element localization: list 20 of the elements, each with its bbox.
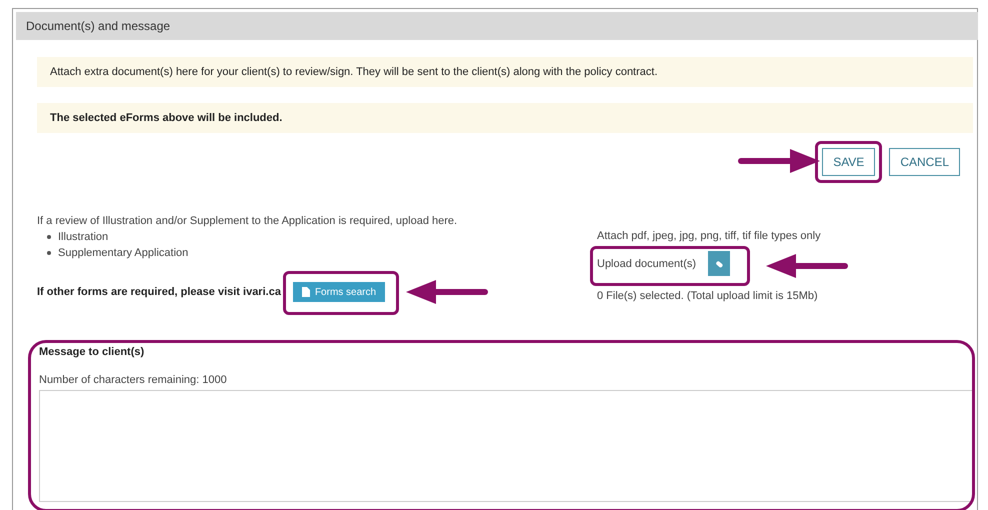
characters-remaining: Number of characters remaining: 1000 bbox=[39, 374, 228, 386]
bullet-icon bbox=[47, 235, 51, 239]
notice-banner: The selected eForms above will be included. bbox=[37, 103, 973, 133]
upload-label: Upload document(s) bbox=[597, 258, 696, 270]
notice-banner: Attach extra document(s) here for your client(s) to review/sign. They will be sent to the client(s) along with the policy contract. bbox=[37, 57, 973, 87]
bullet-icon bbox=[47, 251, 51, 255]
message-input[interactable] bbox=[39, 390, 973, 502]
panel-title: Document(s) and message bbox=[16, 12, 978, 40]
save-button[interactable]: SAVE bbox=[822, 148, 876, 176]
document-icon bbox=[302, 287, 310, 297]
other-forms-text: If other forms are required, please visit ivari.ca bbox=[37, 286, 281, 298]
review-instructions: If a review of Illustration and/or Supplement to the Application is required, upload here. bbox=[37, 214, 458, 229]
file-types-note: Attach pdf, jpeg, jpg, png, tiff, tif file types only bbox=[597, 230, 821, 242]
message-title: Message to client(s) bbox=[39, 346, 146, 358]
forms-search-button[interactable]: Forms search bbox=[292, 282, 386, 302]
list-item: Supplementary Application bbox=[58, 246, 188, 261]
cancel-button[interactable]: CANCEL bbox=[889, 148, 960, 176]
upload-button[interactable] bbox=[708, 251, 730, 276]
list-item: Illustration bbox=[58, 230, 108, 245]
upload-status: 0 File(s) selected. (Total upload limit is 15Mb) bbox=[597, 290, 819, 302]
